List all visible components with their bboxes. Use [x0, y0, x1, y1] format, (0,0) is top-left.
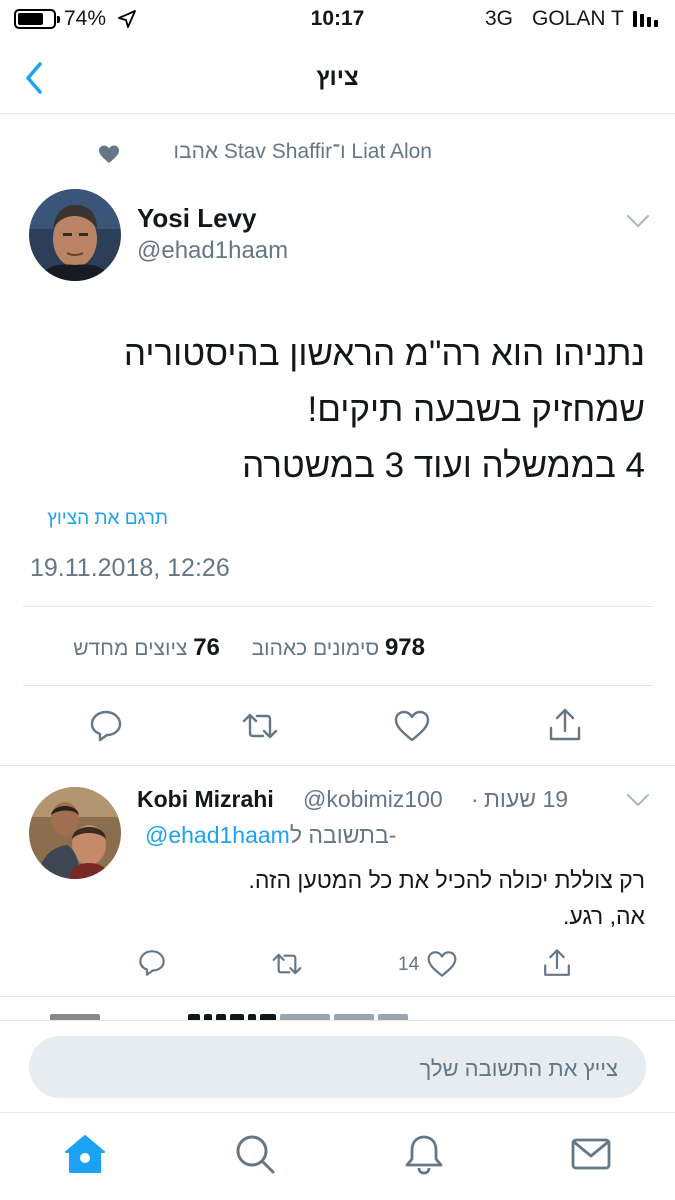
speech-bubble-icon: [139, 950, 165, 976]
translate-tweet-link[interactable]: תרגם את הציוץ: [47, 508, 168, 530]
reply-time: 19 שעות: [484, 786, 569, 812]
search-icon: [236, 1135, 275, 1174]
divider: [0, 996, 675, 997]
replying-to-label: בתשובה ל-: [289, 822, 397, 848]
divider: [23, 606, 653, 607]
retweets-label[interactable]: ציוצים מחדש: [73, 637, 187, 660]
nav-bar: ציוץ: [0, 48, 675, 114]
tweet-text-line: 4 בממשלה ועוד 3 במשטרה: [242, 446, 645, 485]
author-name[interactable]: Yosi Levy: [137, 203, 256, 234]
tweet-text-line: שמחזיק בשבעה תיקים!: [307, 390, 645, 429]
tab-search[interactable]: [233, 1132, 277, 1176]
tab-notifications[interactable]: [402, 1132, 446, 1176]
retweets-count[interactable]: 76: [193, 634, 220, 661]
heart-icon: [394, 710, 430, 742]
reply-share-button[interactable]: [541, 947, 573, 979]
tweet-text: נתניהו הוא רה"מ הראשון בהיסטוריה שמחזיק …: [25, 326, 645, 494]
author-handle[interactable]: @ehad1haam: [137, 237, 288, 265]
share-upload-icon: [549, 708, 581, 741]
reply-text-line: רק צוללת יכולה להכיל את כל המטען הזה.: [248, 867, 645, 893]
separator-dot: ·: [471, 786, 479, 812]
bell-icon: [405, 1135, 443, 1175]
retweet-button[interactable]: [240, 708, 280, 744]
reply-button[interactable]: [88, 708, 124, 744]
liked-by-label[interactable]: Liat Alon ו־Stav Shaffir אהבו: [174, 140, 432, 164]
likes-label[interactable]: סימונים כאהוב: [252, 637, 380, 660]
reply-author-handle[interactable]: @kobimiz100: [303, 786, 443, 813]
reply-reply-button[interactable]: [137, 948, 167, 978]
share-upload-icon: [544, 949, 570, 976]
divider: [0, 765, 675, 766]
tweet-timestamp: 19.11.2018, 12:26: [30, 554, 230, 582]
home-icon: [65, 1135, 105, 1173]
tab-messages[interactable]: [569, 1132, 613, 1176]
reply-retweet-button[interactable]: [270, 949, 304, 979]
reply-author-name[interactable]: Kobi Mizrahi: [137, 786, 274, 813]
retweet-arrows-icon: [272, 953, 302, 975]
retweet-arrows-icon: [242, 713, 278, 739]
replying-to: @ehad1haamבתשובה ל-: [145, 822, 396, 849]
heart-icon: [99, 145, 119, 163]
replying-to-handle[interactable]: @ehad1haam: [145, 822, 290, 848]
chevron-down-icon[interactable]: [625, 792, 651, 808]
envelope-icon: [571, 1138, 611, 1170]
tab-home[interactable]: [63, 1132, 107, 1176]
likes-count[interactable]: 978: [385, 634, 425, 661]
author-avatar[interactable]: [29, 189, 121, 281]
share-button[interactable]: [546, 706, 584, 744]
network-type: 3G: [485, 7, 514, 30]
reply-like-button[interactable]: [426, 949, 458, 979]
tweet-text-line: נתניהו הוא רה"מ הראשון בהיסטוריה: [123, 334, 645, 373]
divider: [23, 685, 653, 686]
speech-bubble-icon: [90, 710, 122, 742]
carrier-name: GOLAN T: [532, 7, 624, 30]
heart-icon: [427, 951, 457, 977]
tweet-stats: 978 סימונים כאהוב 76 ציוצים מחדש: [73, 634, 425, 662]
reply-text: רק צוללת יכולה להכיל את כל המטען הזה. אה…: [85, 862, 645, 934]
signal-strength-icon: [633, 11, 663, 27]
compose-placeholder: צייץ את התשובה שלך: [419, 1056, 618, 1081]
page-title: ציוץ: [316, 64, 359, 91]
like-button[interactable]: [393, 708, 431, 744]
status-bar: 74% 10:17 3G GOLAN T: [0, 0, 675, 40]
reply-like-count: 14: [398, 954, 420, 975]
chevron-down-icon[interactable]: [625, 213, 651, 229]
reply-text-line: אה, רגע.: [563, 903, 645, 929]
